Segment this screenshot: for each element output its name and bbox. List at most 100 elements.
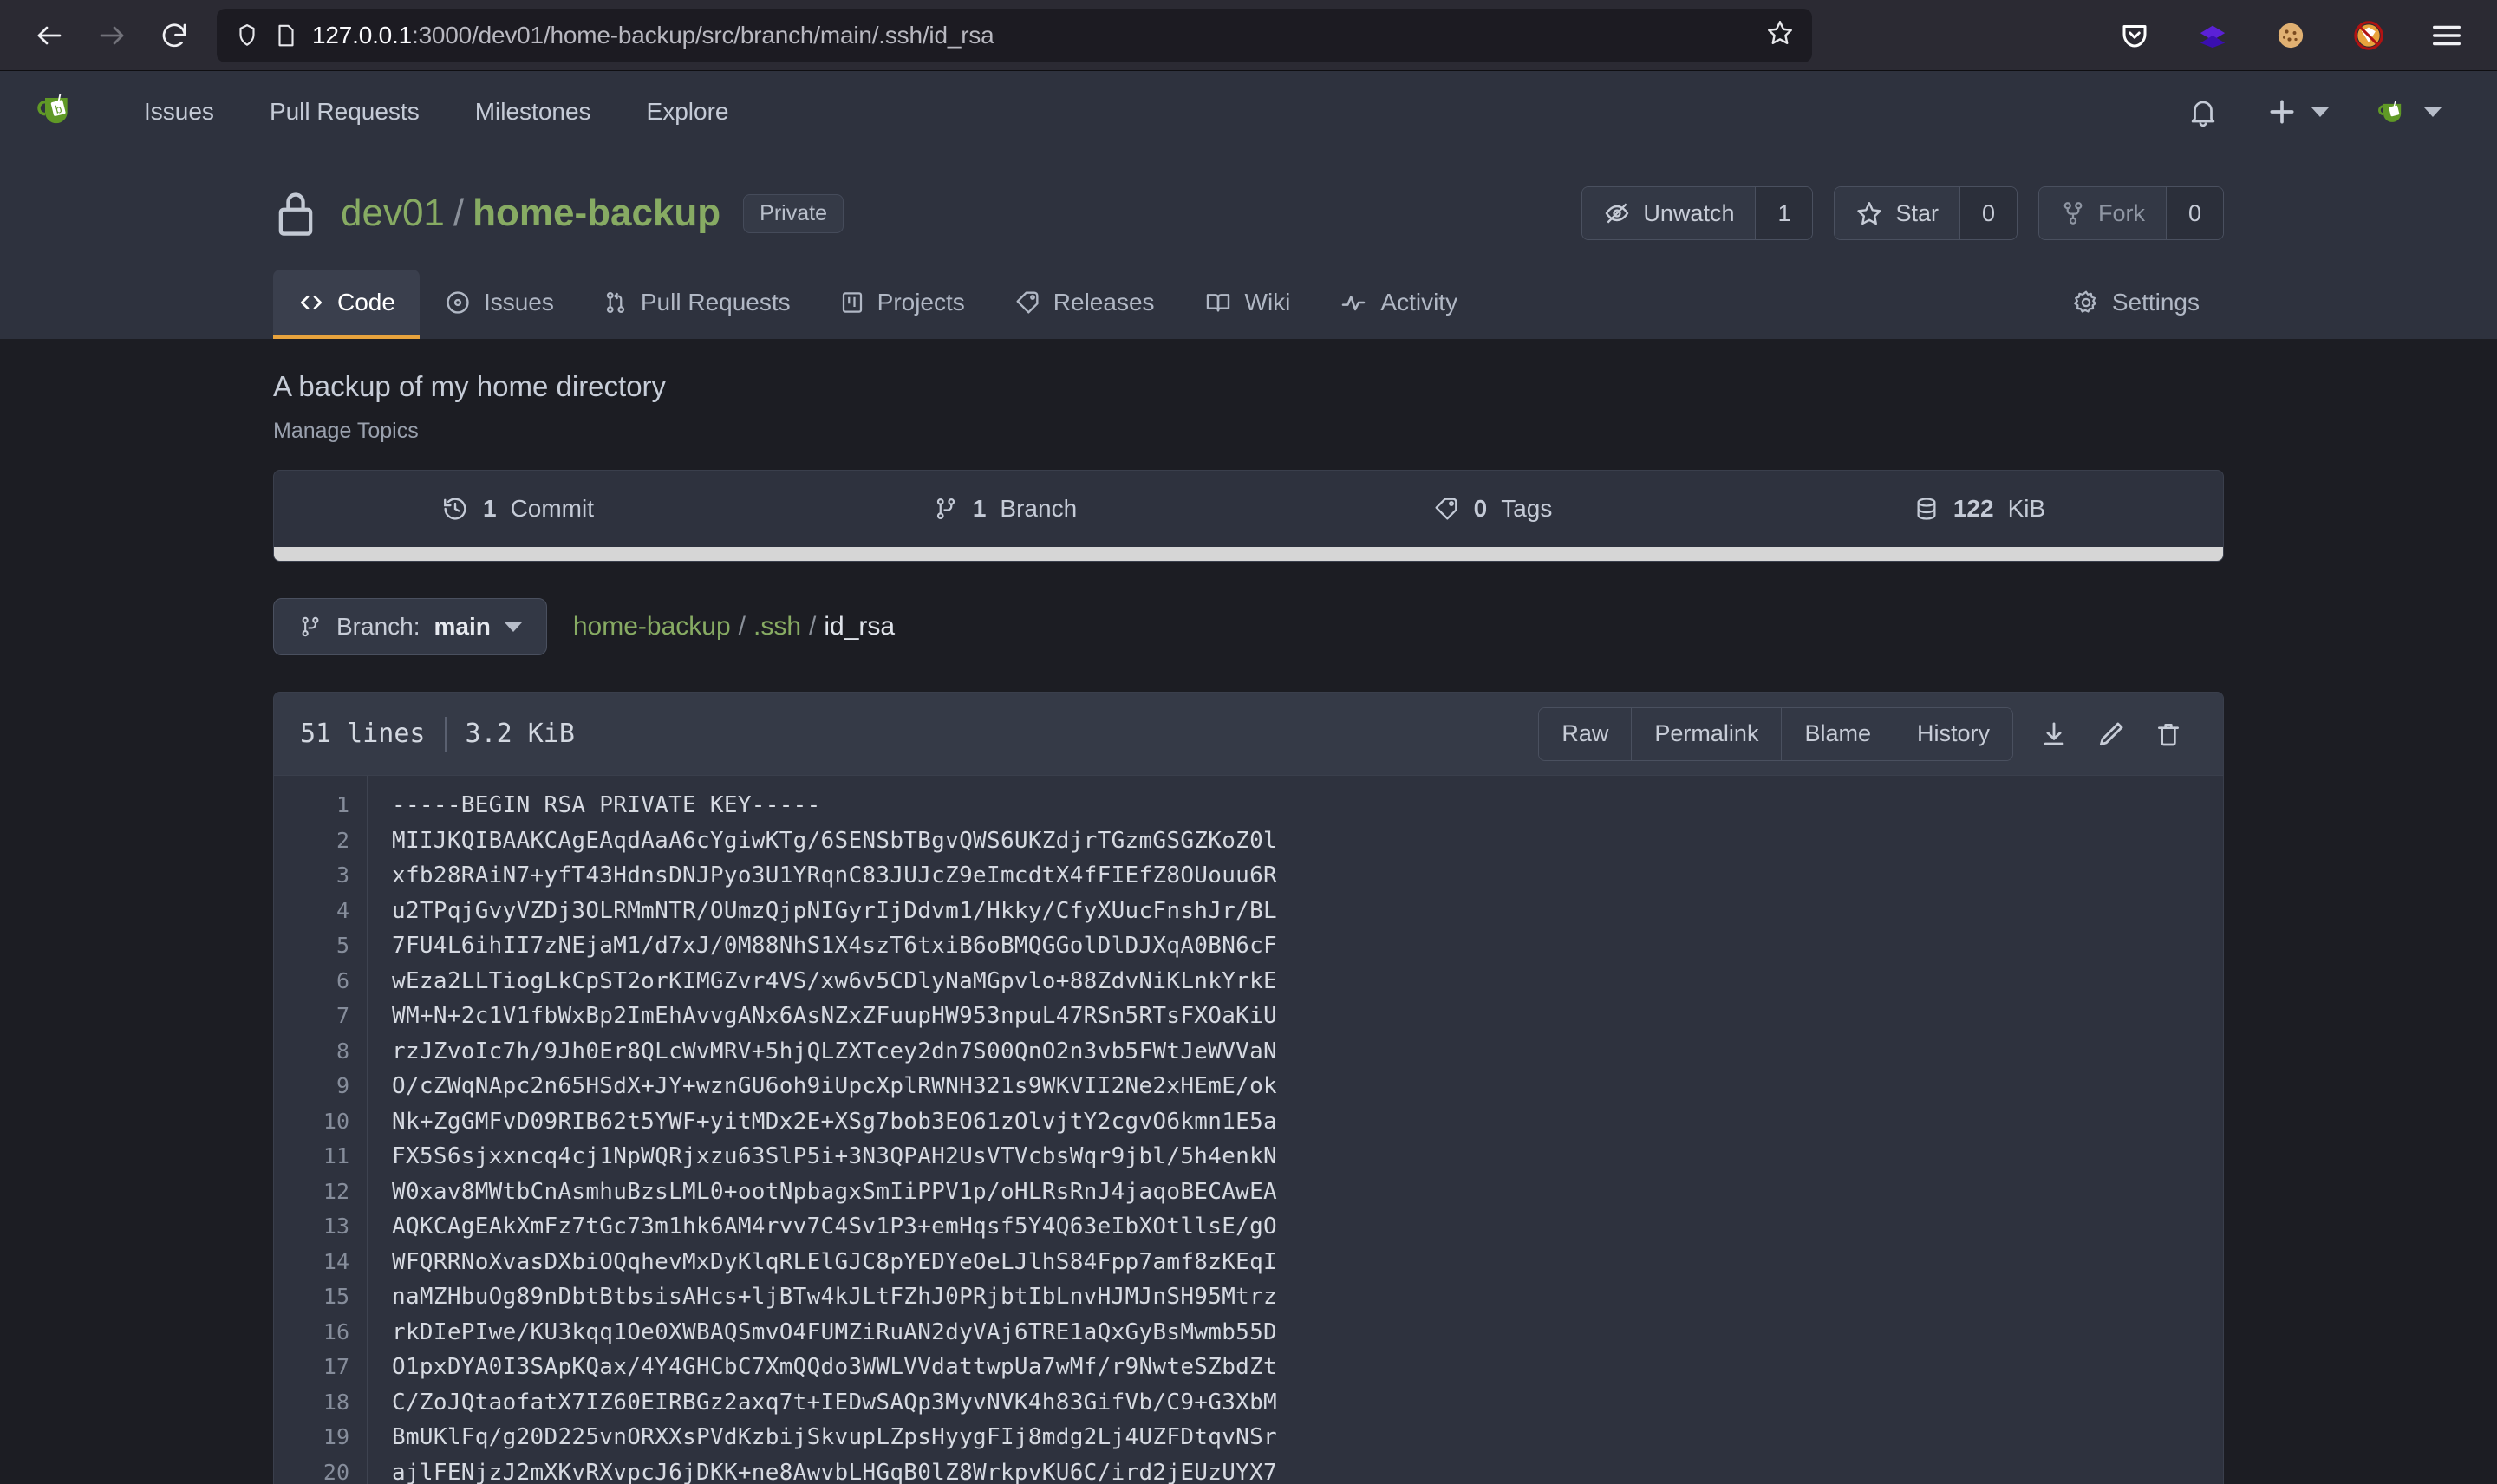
file-actions: Raw Permalink Blame History [1538, 706, 2197, 761]
stat-branches[interactable]: 1 Branch [761, 495, 1248, 523]
line-number[interactable]: 3 [274, 858, 367, 894]
tab-wiki[interactable]: Wiki [1179, 270, 1315, 339]
firefox-blocked-button[interactable] [2350, 16, 2388, 55]
browser-menu-button[interactable] [2428, 16, 2466, 55]
tab-activity[interactable]: Activity [1314, 270, 1482, 339]
star-button[interactable]: Star [1835, 187, 1959, 239]
browser-extension-icons [2116, 16, 2474, 55]
stat-commits[interactable]: 1 Commit [274, 495, 761, 523]
nav-explore[interactable]: Explore [619, 98, 757, 126]
code-line: rzJZvoIc7h/9Jh0Er8QLcWvMRV+5hjQLZXTcey2d… [392, 1038, 1278, 1064]
file-view-box: 51 lines 3.2 KiB Raw Permalink Blame His… [273, 692, 2224, 1484]
line-number[interactable]: 16 [274, 1315, 367, 1351]
code-content[interactable]: -----BEGIN RSA PRIVATE KEY----- MIIJKQIBA… [368, 776, 2223, 1484]
fork-button-group[interactable]: Fork 0 [2038, 186, 2224, 240]
nav-pull-requests[interactable]: Pull Requests [242, 98, 447, 126]
line-number[interactable]: 20 [274, 1455, 367, 1484]
repo-owner[interactable]: dev01 [341, 192, 445, 235]
reload-button[interactable] [147, 9, 201, 62]
breadcrumb-root[interactable]: home-backup [573, 612, 731, 641]
watch-button-group[interactable]: Unwatch 1 [1581, 186, 1814, 240]
forward-button[interactable] [85, 9, 139, 62]
nav-issues[interactable]: Issues [116, 98, 242, 126]
tab-settings[interactable]: Settings [2048, 270, 2224, 339]
url-text: 127.0.0.1:3000/dev01/home-backup/src/bra… [312, 22, 1751, 49]
line-number[interactable]: 6 [274, 964, 367, 999]
code-line: BmUKlFq/g20D225vnORXXsPVdKzbijSkvupLZpsH… [392, 1424, 1278, 1450]
extension-button[interactable] [2194, 16, 2232, 55]
star-count[interactable]: 0 [1959, 187, 2017, 239]
line-number[interactable]: 15 [274, 1279, 367, 1315]
branch-icon [936, 498, 955, 519]
line-number[interactable]: 14 [274, 1245, 367, 1280]
gitea-nav-right [2164, 93, 2464, 131]
line-number[interactable]: 11 [274, 1139, 367, 1175]
address-bar[interactable]: 127.0.0.1:3000/dev01/home-backup/src/bra… [217, 8, 1812, 62]
line-number[interactable]: 12 [274, 1175, 367, 1210]
database-icon [1917, 498, 1936, 520]
delete-button[interactable] [2140, 707, 2197, 761]
branch-and-path-row: Branch: main home-backup / .ssh / id_rsa [273, 598, 2224, 655]
stat-size[interactable]: 122 KiB [1736, 495, 2223, 523]
stat-size-label: KiB [2007, 495, 2046, 522]
blame-button[interactable]: Blame [1782, 707, 1894, 760]
url-host: 127.0.0.1 [312, 21, 412, 49]
cookie-button[interactable] [2272, 16, 2310, 55]
breadcrumb-file: id_rsa [824, 612, 896, 641]
line-number[interactable]: 1 [274, 788, 367, 823]
manage-topics-link[interactable]: Manage Topics [273, 419, 2224, 470]
line-number[interactable]: 5 [274, 928, 367, 964]
fork-count[interactable]: 0 [2166, 187, 2223, 239]
line-number[interactable]: 7 [274, 999, 367, 1034]
file-lines-label: 51 lines [300, 719, 426, 749]
file-size-label: 3.2 KiB [465, 719, 575, 749]
line-number[interactable]: 2 [274, 823, 367, 859]
tab-projects-label: Projects [877, 289, 965, 316]
code-line: wEza2LLTiogLkCpST2orKIMGZvr4VS/xw6v5CDly… [392, 967, 1278, 994]
line-number[interactable]: 9 [274, 1069, 367, 1104]
line-number[interactable]: 17 [274, 1350, 367, 1385]
edit-button[interactable] [2083, 707, 2140, 761]
tab-projects[interactable]: Projects [815, 270, 989, 339]
history-button[interactable]: History [1894, 707, 2012, 760]
url-path: :3000/dev01/home-backup/src/branch/main/… [411, 21, 994, 49]
fork-button[interactable]: Fork [2039, 187, 2166, 239]
line-number[interactable]: 19 [274, 1420, 367, 1455]
bookmark-button[interactable] [1765, 18, 1795, 52]
plus-icon [2270, 100, 2294, 124]
gitea-logo[interactable]: b [33, 86, 116, 139]
star-button-group[interactable]: Star 0 [1834, 186, 2018, 240]
breadcrumb-folder[interactable]: .ssh [753, 612, 801, 641]
user-avatar-icon [2378, 101, 2402, 122]
stat-tags[interactable]: 0 Tags [1248, 495, 1736, 523]
download-icon [2044, 722, 2064, 745]
line-number[interactable]: 4 [274, 894, 367, 929]
line-number[interactable]: 18 [274, 1385, 367, 1421]
back-button[interactable] [23, 9, 76, 62]
repo-title[interactable]: home-backup [473, 192, 720, 235]
browser-nav-buttons [23, 9, 201, 62]
line-number[interactable]: 10 [274, 1104, 367, 1140]
download-button[interactable] [2025, 707, 2083, 761]
raw-button[interactable]: Raw [1539, 707, 1633, 760]
create-new-button[interactable] [2242, 94, 2351, 129]
unwatch-button[interactable]: Unwatch [1582, 187, 1756, 239]
tab-issues[interactable]: Issues [420, 270, 578, 339]
forward-arrow-icon [100, 26, 124, 44]
tab-code-label: Code [337, 289, 395, 316]
branch-selector[interactable]: Branch: main [273, 598, 547, 655]
tab-pull-requests[interactable]: Pull Requests [578, 270, 815, 339]
tab-code[interactable]: Code [273, 270, 420, 339]
pocket-button[interactable] [2116, 16, 2154, 55]
bookmark-star-icon [1768, 21, 1792, 44]
user-menu-button[interactable] [2351, 93, 2464, 131]
shield-icon [239, 23, 255, 46]
watch-count[interactable]: 1 [1755, 187, 1813, 239]
notifications-button[interactable] [2164, 95, 2242, 128]
tab-releases[interactable]: Releases [989, 270, 1179, 339]
nav-milestones[interactable]: Milestones [447, 98, 619, 126]
permalink-button[interactable]: Permalink [1632, 707, 1783, 760]
line-number[interactable]: 13 [274, 1209, 367, 1245]
line-number[interactable]: 8 [274, 1034, 367, 1070]
file-view-button-group: Raw Permalink Blame History [1538, 706, 2013, 761]
